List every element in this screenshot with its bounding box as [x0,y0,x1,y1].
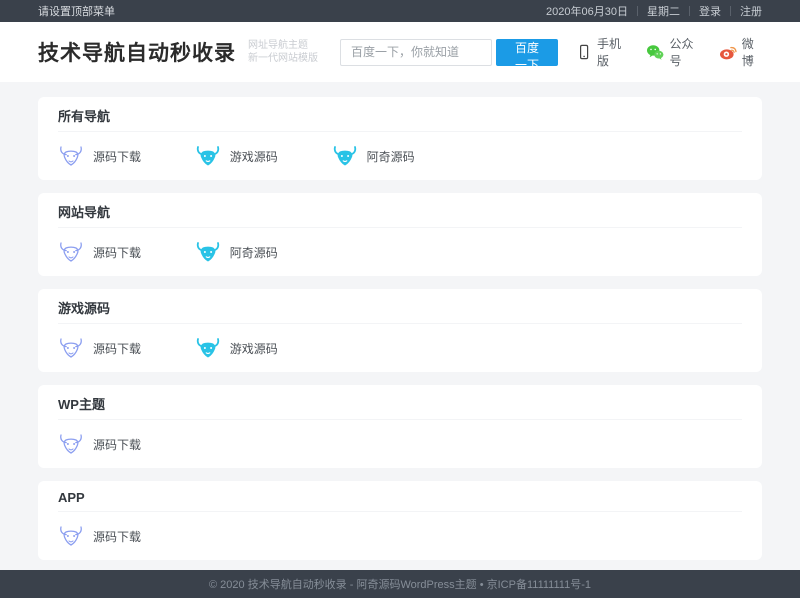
search-box: 百度一下 [340,39,558,66]
nav-item-aqi-source[interactable]: 阿奇源码 [195,239,332,265]
bull-outline-icon [58,143,84,169]
weibo-icon [719,43,737,61]
site-header: 技术导航自动秒收录 网址导航主题 新一代网站模版 百度一下 手机版 公众号 微博 [0,22,800,82]
nav-item-label: 游戏源码 [230,340,278,357]
nav-item-game-source[interactable]: 游戏源码 [195,335,332,361]
register-link[interactable]: 注册 [731,3,762,19]
nav-item-label: 阿奇源码 [367,148,415,165]
topbar-date: 2020年06月30日 [537,3,637,19]
section-items: 源码下载 阿奇源码 [58,228,742,276]
mobile-icon [576,44,592,60]
nav-item-source-download[interactable]: 源码下载 [58,239,195,265]
bull-outline-icon [58,239,84,265]
main-content: 所有导航 源码下载 游戏源码 阿奇源码 网站导航 源码下载 [0,82,800,570]
topbar: 请设置顶部菜单 2020年06月30日 星期二 登录 注册 [0,0,800,22]
site-tagline: 网址导航主题 新一代网站模版 [248,39,318,65]
nav-item-label: 源码下载 [93,148,141,165]
section-items: 源码下载 游戏源码 [58,324,742,372]
topbar-menu-hint[interactable]: 请设置顶部菜单 [38,3,115,19]
bull-outline-icon [58,523,84,549]
bull-filled-icon [332,143,358,169]
nav-item-source-download[interactable]: 源码下载 [58,431,195,457]
nav-section-wp-theme: WP主题 源码下载 [38,385,762,468]
tagline-line1: 网址导航主题 [248,39,318,52]
section-items: 源码下载 [58,420,742,468]
section-title: APP [58,481,742,512]
nav-section-all: 所有导航 源码下载 游戏源码 阿奇源码 [38,97,762,180]
nav-section-website: 网站导航 源码下载 阿奇源码 [38,193,762,276]
tagline-line2: 新一代网站模版 [248,52,318,65]
quick-link-label: 微博 [742,35,762,69]
topbar-right: 2020年06月30日 星期二 登录 注册 [537,3,762,19]
wechat-icon [646,43,664,61]
nav-item-label: 源码下载 [93,244,141,261]
bull-filled-icon [195,239,221,265]
section-title: 游戏源码 [58,289,742,324]
topbar-weekday: 星期二 [638,3,689,19]
section-items: 源码下载 游戏源码 阿奇源码 [58,132,742,180]
login-link[interactable]: 登录 [690,3,730,19]
section-title: 网站导航 [58,193,742,228]
nav-item-source-download[interactable]: 源码下载 [58,143,195,169]
nav-item-aqi-source[interactable]: 阿奇源码 [332,143,469,169]
copyright-text: © 2020 技术导航自动秒收录 - 阿奇源码WordPress主题 • 京IC… [209,576,591,592]
nav-section-app: APP 源码下载 [38,481,762,560]
nav-item-label: 阿奇源码 [230,244,278,261]
weibo-link[interactable]: 微博 [719,35,762,69]
header-quick-links: 手机版 公众号 微博 [558,35,762,69]
section-title: 所有导航 [58,97,742,132]
nav-item-source-download[interactable]: 源码下载 [58,523,195,549]
bull-outline-icon [58,431,84,457]
quick-link-label: 公众号 [669,35,700,69]
nav-item-label: 源码下载 [93,528,141,545]
bull-outline-icon [58,335,84,361]
quick-link-label: 手机版 [597,35,628,69]
nav-item-label: 源码下载 [93,340,141,357]
nav-item-label: 游戏源码 [230,148,278,165]
search-button[interactable]: 百度一下 [496,39,558,66]
section-items: 源码下载 [58,512,742,560]
mobile-version-link[interactable]: 手机版 [576,35,628,69]
section-title: WP主题 [58,385,742,420]
nav-item-label: 源码下载 [93,436,141,453]
search-input[interactable] [340,39,492,66]
bull-filled-icon [195,335,221,361]
site-logo[interactable]: 技术导航自动秒收录 [38,37,236,67]
site-footer: © 2020 技术导航自动秒收录 - 阿奇源码WordPress主题 • 京IC… [0,570,800,598]
wechat-official-link[interactable]: 公众号 [646,35,700,69]
bull-filled-icon [195,143,221,169]
nav-item-game-source[interactable]: 游戏源码 [195,143,332,169]
nav-item-source-download[interactable]: 源码下载 [58,335,195,361]
nav-section-game: 游戏源码 源码下载 游戏源码 [38,289,762,372]
